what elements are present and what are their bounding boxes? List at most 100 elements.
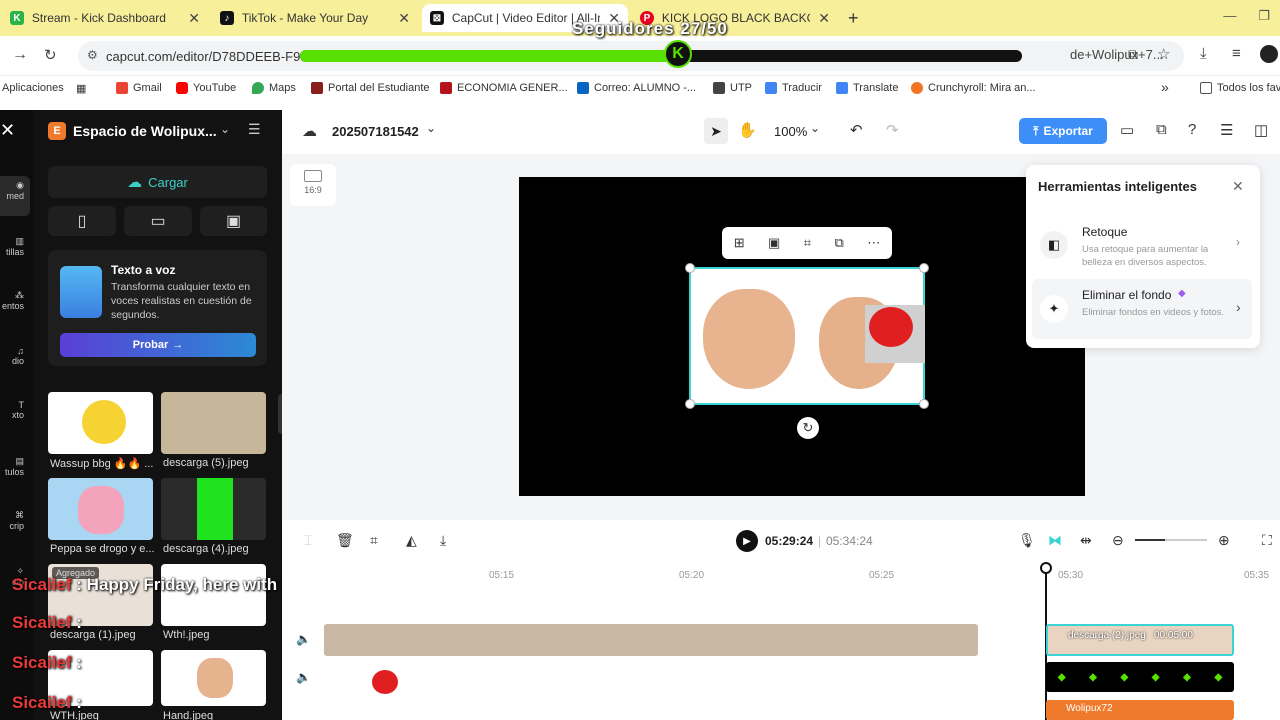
screen-record-button[interactable]: ▣ <box>200 206 267 236</box>
split-icon[interactable]: ⌶ <box>304 532 312 549</box>
media-thumb[interactable] <box>48 392 153 454</box>
playhead-handle[interactable] <box>1040 562 1052 574</box>
menu-icon[interactable]: ☰ <box>248 121 261 138</box>
resize-handle[interactable] <box>919 263 929 273</box>
zoom-in-icon[interactable]: ⊕ <box>1218 532 1230 549</box>
record-button[interactable]: ▭ <box>124 206 192 236</box>
menu-lines-icon[interactable]: ≡ <box>1232 45 1241 62</box>
export-button[interactable]: ⤒ Exportar <box>1019 118 1107 144</box>
close-icon[interactable]: ✕ <box>1232 178 1244 195</box>
nav-captions[interactable]: ▤ tulos <box>0 456 34 477</box>
nav-templates[interactable]: ▥ tillas <box>0 236 34 257</box>
bookmark-portal[interactable]: Portal del Estudiante <box>311 82 430 94</box>
chevron-down-icon[interactable]: ⌄ <box>810 121 820 135</box>
bookmark-economia[interactable]: ECONOMIA GENER... <box>440 82 568 94</box>
bookmark-crunchyroll[interactable]: Crunchyroll: Mira an... <box>911 82 1036 94</box>
bookmark-youtube[interactable]: YouTube <box>176 82 236 94</box>
video-stage[interactable]: ⊞ ▣ ⌗ ⧉ ⋯ ↻ <box>519 177 1085 496</box>
present-icon[interactable]: ▭ <box>1120 121 1134 139</box>
new-tab-button[interactable]: + <box>848 8 859 29</box>
site-info-icon[interactable]: ⚙ <box>87 48 98 62</box>
stack-icon[interactable]: ☰ <box>1220 121 1233 139</box>
bookmark-translate[interactable]: Translate <box>836 82 898 94</box>
install-icon[interactable]: ⧉ <box>1128 46 1138 63</box>
minimize-icon[interactable]: — <box>1223 8 1236 24</box>
redo-icon[interactable]: ↷ <box>886 121 899 139</box>
bookmark-correo[interactable]: Correo: ALUMNO -... <box>577 82 696 94</box>
zoom-slider[interactable] <box>1135 539 1207 541</box>
play-button[interactable]: ▶ <box>736 530 758 552</box>
rotate-icon[interactable]: ↻ <box>797 417 819 439</box>
crop-icon[interactable]: ⌗ <box>804 235 811 251</box>
close-icon[interactable]: ✕ <box>188 10 200 27</box>
chevron-down-icon[interactable]: ⌄ <box>426 121 436 135</box>
bookmark-gmail[interactable]: Gmail <box>116 82 162 94</box>
panel-toggle-icon[interactable]: ◫ <box>1254 121 1268 139</box>
video-clip[interactable] <box>324 624 978 656</box>
nav-text[interactable]: Txto <box>0 400 34 420</box>
close-icon[interactable]: ✕ <box>818 10 830 27</box>
crop-icon[interactable]: ⌗ <box>370 532 378 549</box>
zoom-out-icon[interactable]: ⊖ <box>1112 532 1124 549</box>
fullscreen-icon[interactable]: ⛶ <box>1262 532 1272 549</box>
microphone-icon[interactable]: 🎙 <box>1018 532 1036 549</box>
tab-kick[interactable]: K Stream - Kick Dashboard ✕ <box>2 4 208 32</box>
selected-image[interactable] <box>685 263 929 409</box>
magnet-icon[interactable]: ⧓ <box>1048 532 1062 549</box>
hand-icon[interactable]: ✋ <box>738 121 757 139</box>
apps-grid-icon[interactable]: ▦ <box>76 82 86 95</box>
delete-icon[interactable]: 🗑 <box>336 532 354 549</box>
resize-handle[interactable] <box>685 263 695 273</box>
mirror-icon[interactable]: ◭ <box>406 532 417 549</box>
speaker-icon[interactable]: 🔈 <box>296 632 311 646</box>
back-arrow-icon[interactable]: → <box>12 46 28 64</box>
bookmarks-more-button[interactable]: » <box>1161 79 1169 95</box>
workspace-title[interactable]: Espacio de Wolipux... <box>73 123 217 139</box>
download-icon[interactable]: ⤓ <box>1200 45 1207 62</box>
tab-tiktok[interactable]: ♪ TikTok - Make Your Day ✕ <box>212 4 418 32</box>
bookmark-apps[interactable]: Aplicaciones <box>2 82 64 94</box>
phone-upload-button[interactable]: ▯ <box>48 206 116 236</box>
media-thumb[interactable] <box>161 564 266 626</box>
selected-clip[interactable]: descarga (2).jpeg 00:05:00 <box>1046 624 1234 656</box>
bookmark-traducir[interactable]: Traducir <box>765 82 822 94</box>
ratio-button[interactable]: 16:9 <box>290 164 336 206</box>
upload-button[interactable]: ☁ Cargar <box>48 166 267 198</box>
maximize-icon[interactable]: ❐ <box>1258 8 1270 24</box>
sticker-clip[interactable] <box>368 666 402 698</box>
tts-try-button[interactable]: Probar → <box>60 333 256 357</box>
help-icon[interactable]: ? <box>1188 121 1196 138</box>
media-thumb[interactable] <box>161 650 266 706</box>
pointer-icon[interactable]: ➤ <box>704 118 728 144</box>
nav-elements[interactable]: ⁂ entos <box>0 290 34 311</box>
avatar[interactable] <box>1260 45 1278 63</box>
tool-remove-background[interactable]: ✦ Eliminar el fondo ◆ Eliminar fondos en… <box>1032 279 1252 339</box>
media-thumb[interactable] <box>161 478 266 540</box>
nav-audio[interactable]: ♫ dio <box>0 346 34 366</box>
kick-logo-clip[interactable]: ◆ ◆ ◆ ◆ ◆ ◆ <box>1046 662 1234 692</box>
chevron-down-icon[interactable]: ⌄ <box>220 122 230 136</box>
tool-retouch[interactable]: ◧ Retoque Usa retoque para aumentar la b… <box>1032 217 1252 275</box>
subtitle-icon[interactable]: ▣ <box>768 235 780 251</box>
image-edit-icon[interactable]: ⊞ <box>734 235 745 251</box>
media-thumb[interactable] <box>48 478 153 540</box>
nav-media[interactable]: ◉ med <box>0 180 34 201</box>
project-name[interactable]: 202507181542 <box>332 124 419 139</box>
undo-icon[interactable]: ↶ <box>850 121 863 139</box>
text-clip[interactable]: Wolipux72 <box>1046 700 1234 720</box>
media-thumb[interactable] <box>161 392 266 454</box>
screen-share-icon[interactable]: ⧉ <box>1156 121 1167 138</box>
resize-handle[interactable] <box>685 399 695 409</box>
nav-scripts[interactable]: ⌘ crip <box>0 510 34 531</box>
speaker-icon[interactable]: 🔈 <box>296 670 311 684</box>
download-icon[interactable]: ⤓ <box>440 532 446 549</box>
resize-handle[interactable] <box>919 399 929 409</box>
zoom-level[interactable]: 100% <box>774 124 807 139</box>
bookmark-maps[interactable]: Maps <box>252 82 296 94</box>
bookmark-utp[interactable]: UTP <box>713 82 752 94</box>
close-icon[interactable]: ✕ <box>398 10 410 27</box>
more-icon[interactable]: ⋯ <box>867 235 880 251</box>
reload-icon[interactable]: ↻ <box>44 46 57 64</box>
split-view-icon[interactable]: ⇹ <box>1080 532 1092 549</box>
replace-icon[interactable]: ⧉ <box>835 235 844 251</box>
